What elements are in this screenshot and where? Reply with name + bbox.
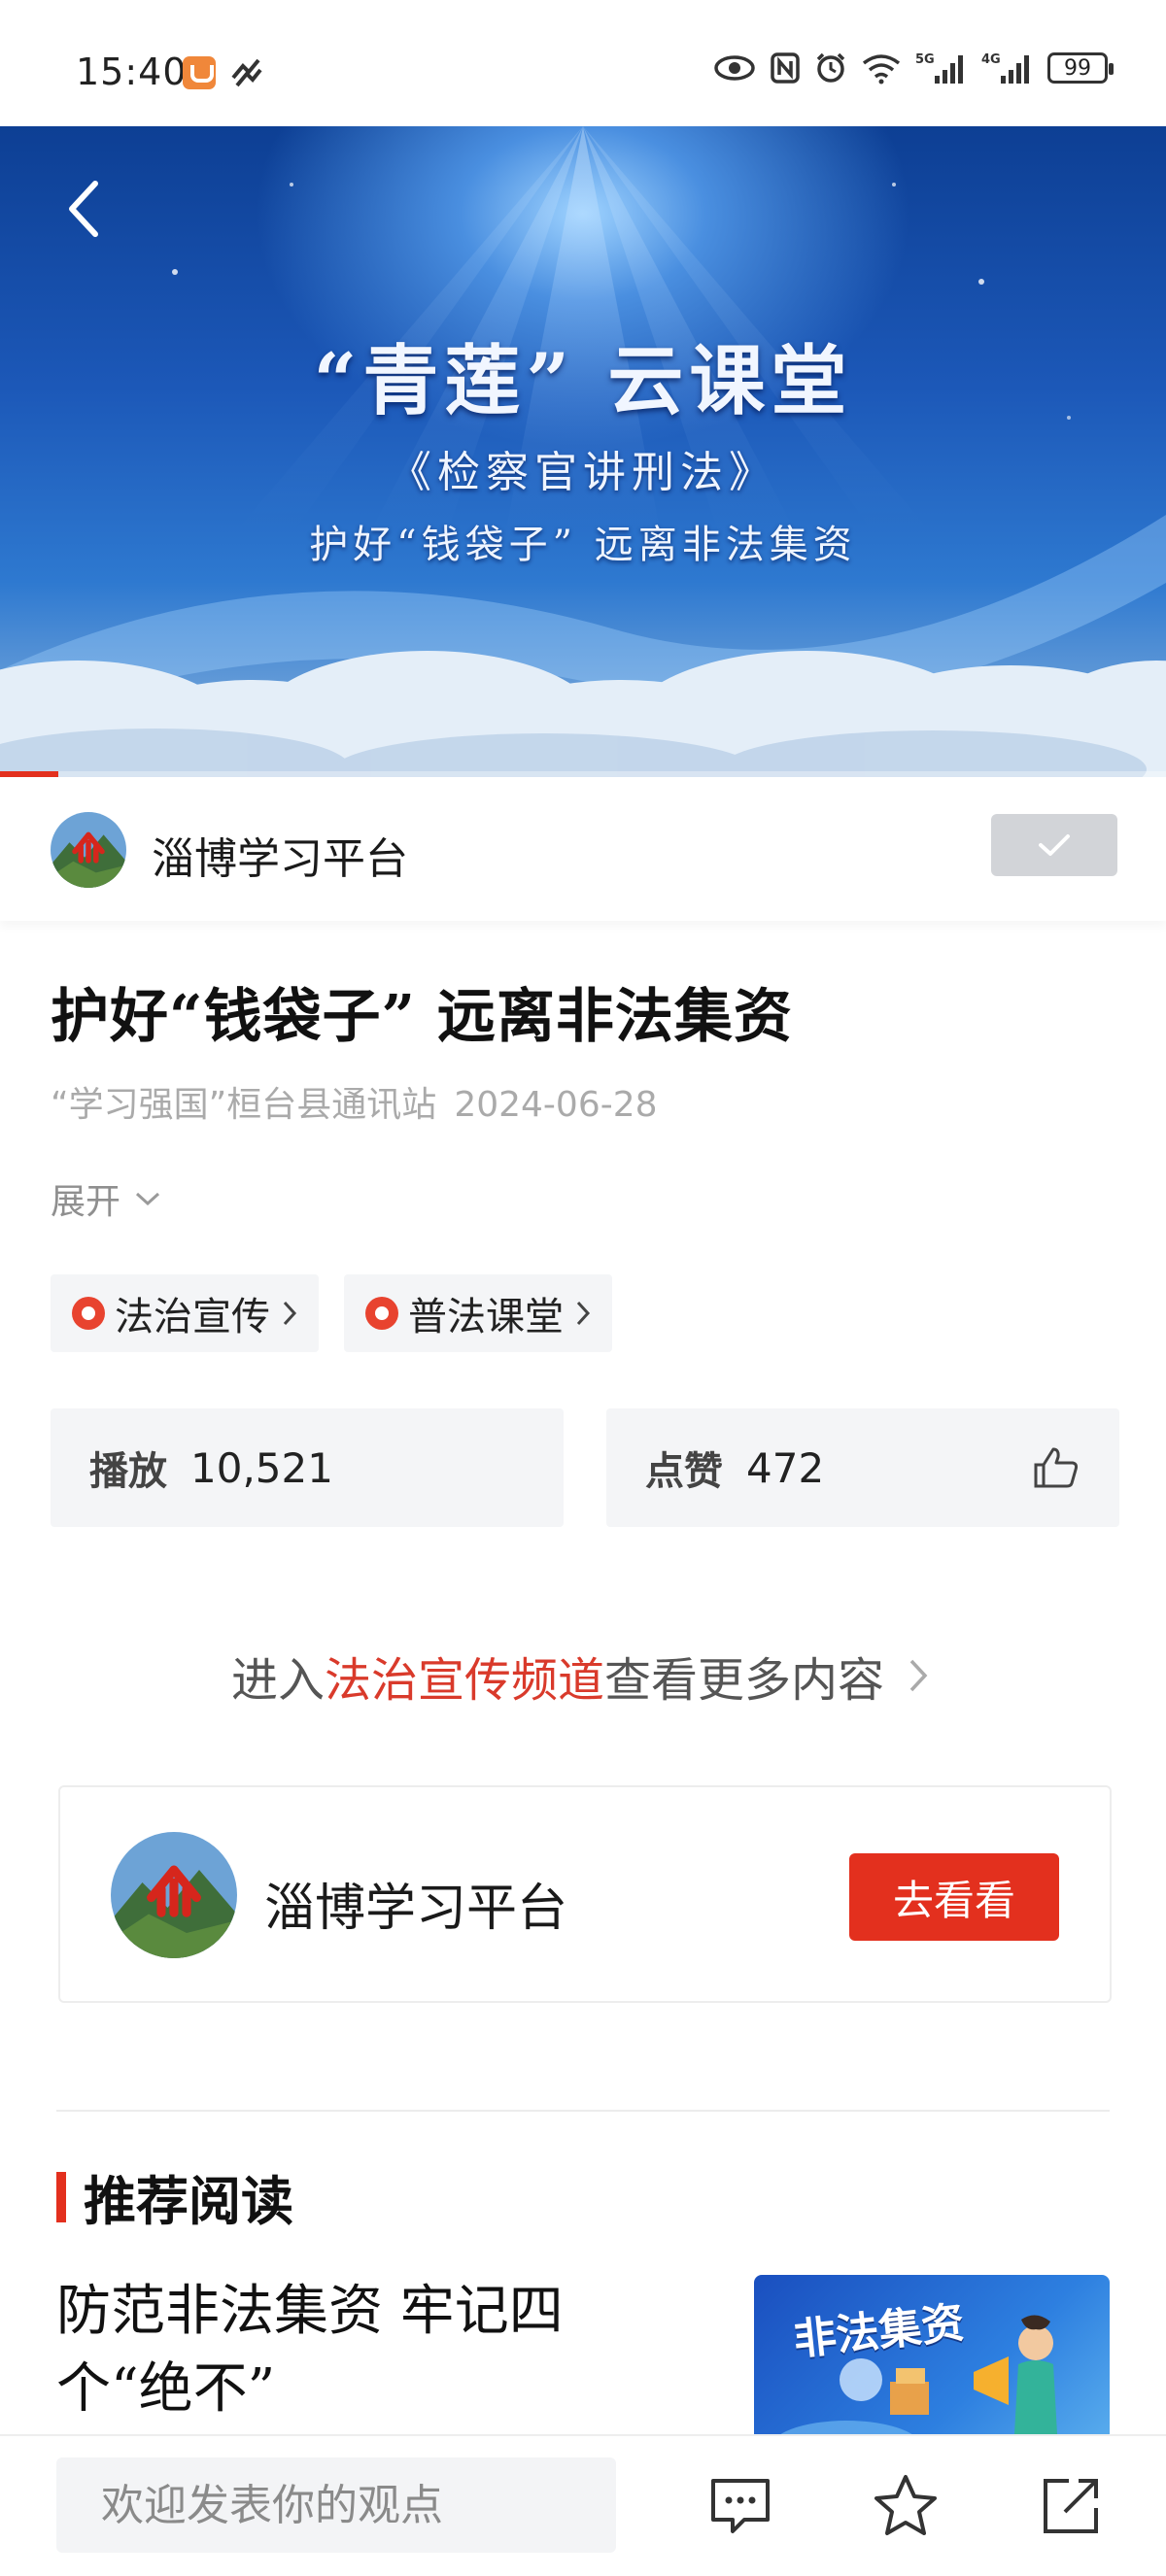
article-meta: “学习强国”桓台县通讯站 2024-06-28 bbox=[51, 1076, 658, 1127]
favorite-button[interactable] bbox=[871, 2471, 941, 2541]
video-subtitle: 《检察官讲刑法》 bbox=[389, 448, 777, 497]
chevron-right-icon bbox=[283, 1301, 297, 1326]
platform-card: 淄博学习平台 去看看 bbox=[58, 1785, 1112, 2003]
back-icon bbox=[69, 181, 98, 237]
channel-link[interactable]: 进入 法治宣传频道 查看更多内容 bbox=[0, 1642, 1166, 1710]
clouds-decoration bbox=[0, 651, 1166, 777]
star-icon bbox=[874, 2475, 937, 2535]
author-strip: 淄博学习平台 bbox=[0, 777, 1166, 921]
channel-link-name: 法治宣传频道 bbox=[324, 1653, 604, 1708]
app-notification-icon bbox=[183, 56, 216, 89]
video-player[interactable]: “青莲” 云课堂 《检察官讲刑法》 护好“钱袋子” 远离非法集资 bbox=[0, 126, 1166, 777]
expand-button[interactable]: 展开 bbox=[51, 1173, 161, 1224]
signal-5g-icon: 5G bbox=[915, 51, 968, 85]
author-avatar[interactable] bbox=[51, 812, 126, 888]
article-title: 护好“钱袋子” 远离非法集资 bbox=[51, 983, 793, 1051]
tag-pufa-ketang[interactable]: 普法课堂 bbox=[344, 1274, 612, 1352]
status-bar: 15:40 5G 4G 99 bbox=[0, 0, 1166, 126]
svg-text:4G: 4G bbox=[981, 52, 1001, 67]
video-title: “青莲” 云课堂 bbox=[313, 337, 853, 425]
tag-list: 法治宣传 普法课堂 bbox=[51, 1274, 612, 1352]
comment-icon bbox=[711, 2479, 770, 2533]
alarm-icon bbox=[814, 51, 847, 85]
tag-fazhi-xuanchuan[interactable]: 法治宣传 bbox=[51, 1274, 319, 1352]
wifi-icon bbox=[861, 51, 902, 85]
section-divider bbox=[56, 2110, 1110, 2112]
status-time: 15:40 bbox=[76, 51, 188, 93]
battery-indicator: 99 bbox=[1047, 52, 1114, 84]
followed-button[interactable] bbox=[991, 814, 1117, 876]
recommended-item-title[interactable]: 防范非法集资 牢记四个“绝不” bbox=[56, 2273, 639, 2428]
like-label: 点赞 bbox=[645, 1448, 723, 1494]
channel-link-prefix: 进入 bbox=[230, 1653, 325, 1708]
tag-label: 法治宣传 bbox=[115, 1295, 270, 1339]
thumbs-up-icon bbox=[1034, 1447, 1079, 1488]
chevron-right-icon bbox=[909, 1659, 928, 1692]
nfc-icon bbox=[770, 51, 801, 85]
tag-label: 普法课堂 bbox=[408, 1295, 564, 1339]
article-date: 2024-06-28 bbox=[454, 1085, 658, 1125]
back-button[interactable] bbox=[56, 170, 115, 248]
comment-button[interactable] bbox=[705, 2471, 775, 2541]
like-count-button[interactable]: 点赞 472 bbox=[606, 1408, 1119, 1527]
tag-location-icon bbox=[365, 1297, 398, 1330]
share-icon bbox=[1044, 2479, 1098, 2533]
app-notification-icon-2 bbox=[229, 56, 264, 89]
platform-name: 淄博学习平台 bbox=[264, 1880, 568, 1938]
expand-label: 展开 bbox=[51, 1182, 121, 1222]
eye-icon bbox=[713, 51, 756, 85]
play-count: 播放 10,521 bbox=[51, 1408, 564, 1527]
channel-link-suffix: 查看更多内容 bbox=[604, 1653, 885, 1708]
tag-location-icon bbox=[72, 1297, 105, 1330]
recommended-heading: 推荐阅读 bbox=[56, 2158, 293, 2235]
chevron-down-icon bbox=[136, 1192, 160, 1206]
play-label: 播放 bbox=[89, 1448, 167, 1494]
signal-4g-icon: 4G bbox=[981, 51, 1034, 85]
svg-text:5G: 5G bbox=[915, 52, 935, 67]
heading-accent-bar bbox=[56, 2171, 66, 2222]
go-see-button[interactable]: 去看看 bbox=[849, 1853, 1059, 1941]
comment-input[interactable] bbox=[56, 2457, 616, 2553]
video-topic: 护好“钱袋子” 远离非法集资 bbox=[309, 523, 857, 567]
share-button[interactable] bbox=[1036, 2471, 1106, 2541]
bottom-bar bbox=[0, 2434, 1166, 2576]
check-icon bbox=[1039, 834, 1070, 856]
recommended-title: 推荐阅读 bbox=[84, 2170, 293, 2232]
chevron-right-icon bbox=[576, 1301, 591, 1326]
platform-avatar[interactable] bbox=[111, 1832, 237, 1958]
play-value: 10,521 bbox=[190, 1443, 333, 1492]
like-value: 472 bbox=[746, 1443, 825, 1492]
stats-row: 播放 10,521 点赞 472 bbox=[51, 1408, 1119, 1527]
author-name[interactable]: 淄博学习平台 bbox=[152, 824, 408, 886]
article-source: “学习强国”桓台县通讯站 bbox=[51, 1085, 437, 1125]
